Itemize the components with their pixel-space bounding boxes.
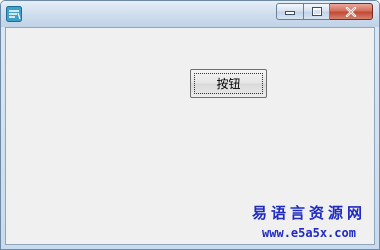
- watermark: 易语言资源网 www.e5a5x.com: [252, 202, 366, 240]
- form-client-area: 按钮 易语言资源网 www.e5a5x.com: [5, 27, 375, 245]
- watermark-url: www.e5a5x.com: [262, 226, 356, 240]
- app-icon[interactable]: [6, 6, 22, 22]
- close-icon: [345, 6, 357, 17]
- minimize-button[interactable]: [276, 3, 304, 20]
- form-button[interactable]: 按钮: [190, 69, 267, 98]
- title-bar[interactable]: [1, 1, 379, 27]
- app-window: 按钮 易语言资源网 www.e5a5x.com: [0, 0, 380, 250]
- watermark-title: 易语言资源网: [251, 204, 366, 222]
- minimize-icon: [285, 10, 295, 15]
- caption-buttons: [276, 3, 373, 20]
- close-button[interactable]: [330, 3, 373, 20]
- maximize-button[interactable]: [304, 3, 330, 20]
- maximize-icon: [311, 7, 322, 16]
